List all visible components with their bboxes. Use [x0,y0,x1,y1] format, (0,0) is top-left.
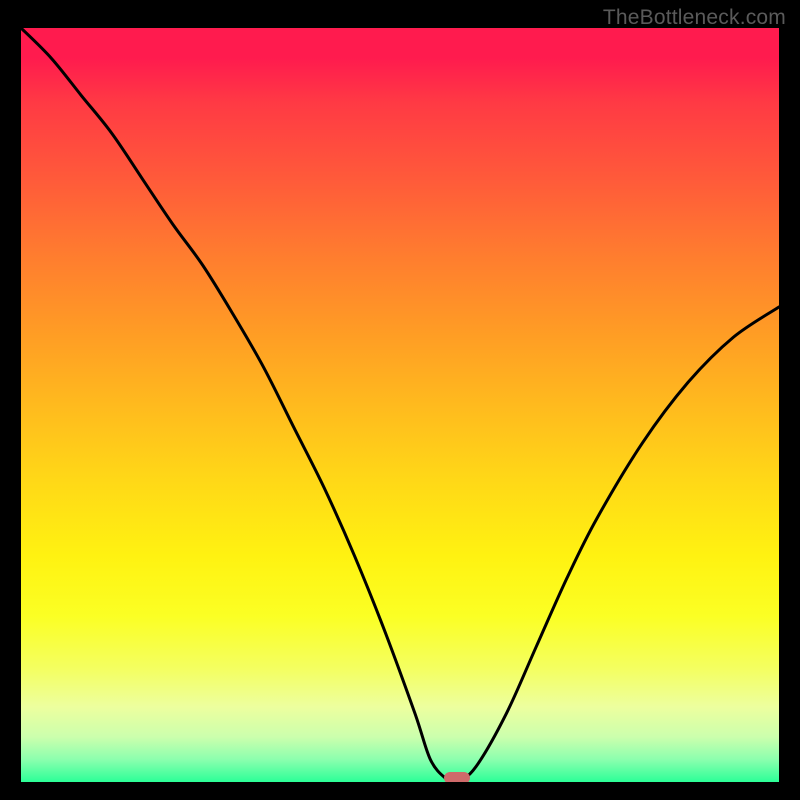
plot-area [21,28,779,782]
bottleneck-curve [21,28,779,782]
valley-marker [444,772,470,782]
chart-frame: TheBottleneck.com [0,0,800,800]
watermark-text: TheBottleneck.com [603,6,786,30]
